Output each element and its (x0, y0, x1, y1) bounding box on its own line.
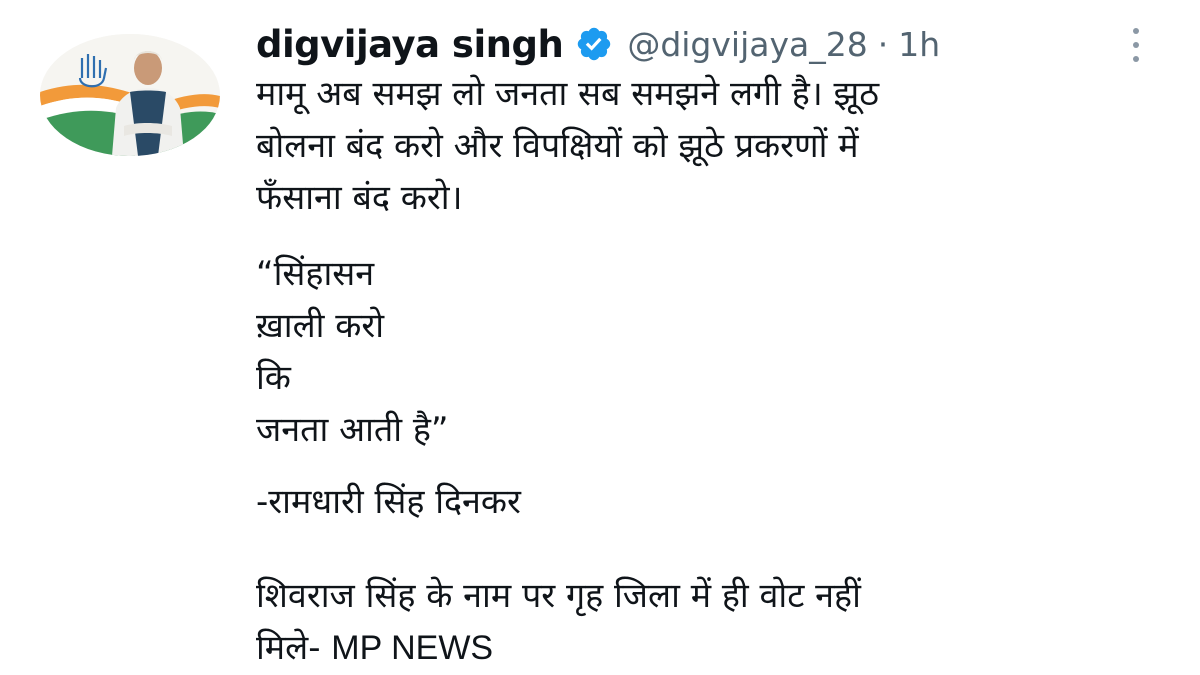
avatar[interactable] (40, 34, 220, 156)
news-line-1: शिवराज सिंह के नाम पर गृह जिला में ही वो… (256, 576, 861, 616)
more-options-icon[interactable] (1130, 28, 1142, 62)
display-name[interactable]: digvijaya singh (256, 23, 564, 66)
tweet-news-text: शिवराज सिंह के नाम पर गृह जिला में ही वो… (256, 570, 1156, 674)
handle[interactable]: @digvijaya_28 (627, 25, 867, 64)
quote-line: कि (256, 358, 291, 398)
quote-line: “सिंहासन (256, 254, 375, 294)
tweet-quote: “सिंहासन ख़ाली करो कि जनता आती है” (256, 248, 1156, 456)
quote-line: ख़ाली करो (256, 306, 385, 346)
text-line: बोलना बंद करो और विपक्षियों को झूठे प्रक… (256, 126, 859, 166)
quote-attribution: -रामधारी सिंह दिनकर (256, 476, 1156, 528)
attribution-text: -रामधारी सिंह दिनकर (256, 482, 521, 522)
quote-line: जनता आती है” (256, 410, 449, 450)
news-line-2-hindi: मिले- (256, 628, 321, 668)
timestamp[interactable]: 1h (898, 25, 940, 64)
text-line: फँसाना बंद करो। (256, 178, 463, 218)
tweet-header: digvijaya singh @digvijaya_28 · 1h (256, 14, 940, 74)
news-line-2: मिले- MP NEWS (256, 622, 1156, 674)
news-source: MP NEWS (331, 629, 494, 667)
separator-dot: · (877, 24, 889, 64)
text-line: मामू अब समझ लो जनता सब समझने लगी है। झूठ (256, 74, 879, 114)
verified-badge-icon (575, 25, 613, 63)
tweet-paragraph-1: मामू अब समझ लो जनता सब समझने लगी है। झूठ… (256, 68, 1156, 224)
avatar-image (40, 34, 220, 156)
tweet-card[interactable]: digvijaya singh @digvijaya_28 · 1h मामू … (0, 0, 1200, 675)
